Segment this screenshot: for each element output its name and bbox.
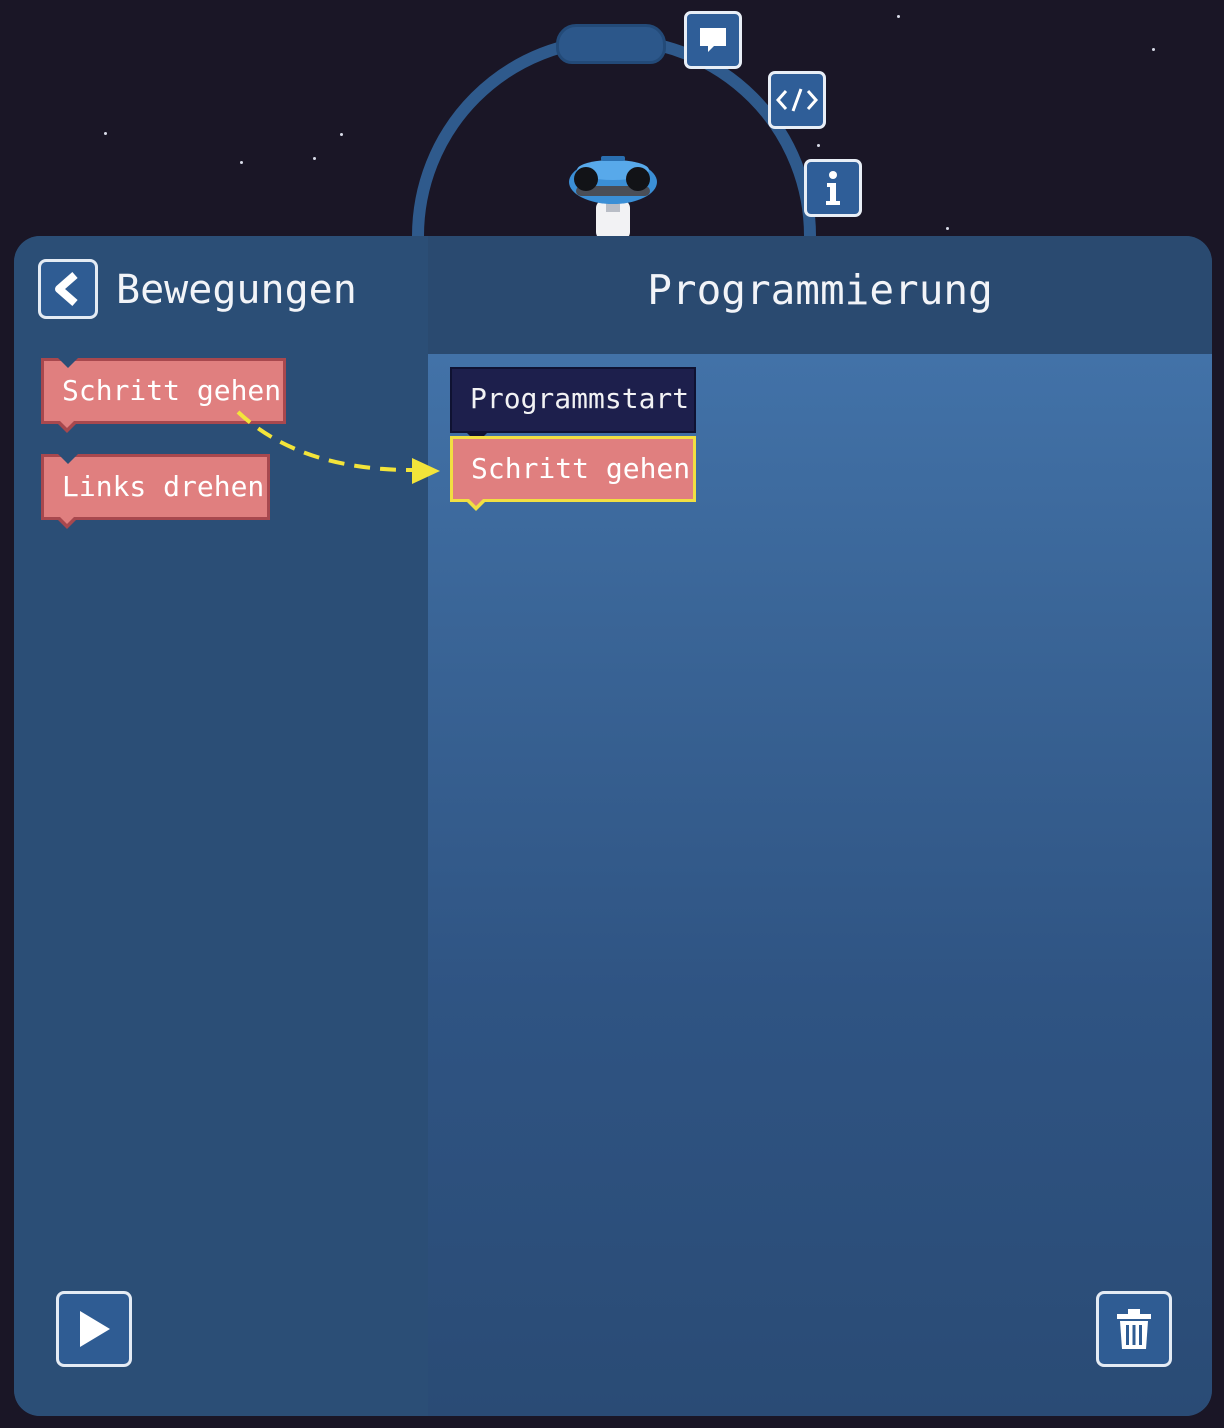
block-label: Schritt gehen: [62, 374, 282, 407]
run-program-button[interactable]: [56, 1291, 132, 1367]
star: [104, 132, 107, 135]
trash-button[interactable]: [1096, 1291, 1172, 1367]
info-button[interactable]: [804, 159, 862, 217]
toolbox-block-step[interactable]: Schritt gehen: [41, 358, 286, 433]
block-label: Programmstart: [470, 382, 690, 415]
robot-character: [569, 156, 657, 240]
star: [313, 157, 316, 160]
block-notch: [59, 516, 75, 524]
workspace-title: Programmierung: [647, 266, 993, 314]
star: [1152, 48, 1155, 51]
speech-bubble-button[interactable]: [684, 11, 742, 69]
back-button[interactable]: [38, 259, 98, 319]
info-icon: [826, 171, 840, 205]
star: [340, 133, 343, 136]
program-block-step[interactable]: Schritt gehen: [450, 436, 696, 511]
toolbox: Bewegungen Schritt gehen Links drehen: [14, 236, 430, 1416]
block-notch: [58, 454, 78, 464]
program-workspace[interactable]: Programmstart Schritt gehen: [428, 354, 1212, 1416]
star: [817, 144, 820, 147]
block-notch: [59, 420, 75, 428]
block-notch: [468, 498, 484, 506]
play-icon: [80, 1311, 110, 1347]
program-start-block[interactable]: Programmstart: [450, 367, 696, 443]
block-notch: [58, 358, 78, 368]
portal-handle: [556, 24, 666, 64]
block-label: Links drehen: [62, 470, 265, 503]
category-title: Bewegungen: [116, 267, 357, 313]
trash-icon: [1117, 1309, 1151, 1349]
workspace-header: Programmierung: [428, 236, 1212, 354]
block-label: Schritt gehen: [471, 452, 691, 485]
star: [240, 161, 243, 164]
star: [897, 15, 900, 18]
star: [946, 227, 949, 230]
coding-panel: Bewegungen Schritt gehen Links drehen Pr…: [14, 236, 1212, 1416]
code-icon: [775, 88, 819, 112]
chevron-left-icon: [55, 271, 78, 307]
speech-bubble-icon: [700, 28, 726, 52]
toolbox-block-turn-left[interactable]: Links drehen: [41, 454, 270, 529]
code-view-button[interactable]: [768, 71, 826, 129]
